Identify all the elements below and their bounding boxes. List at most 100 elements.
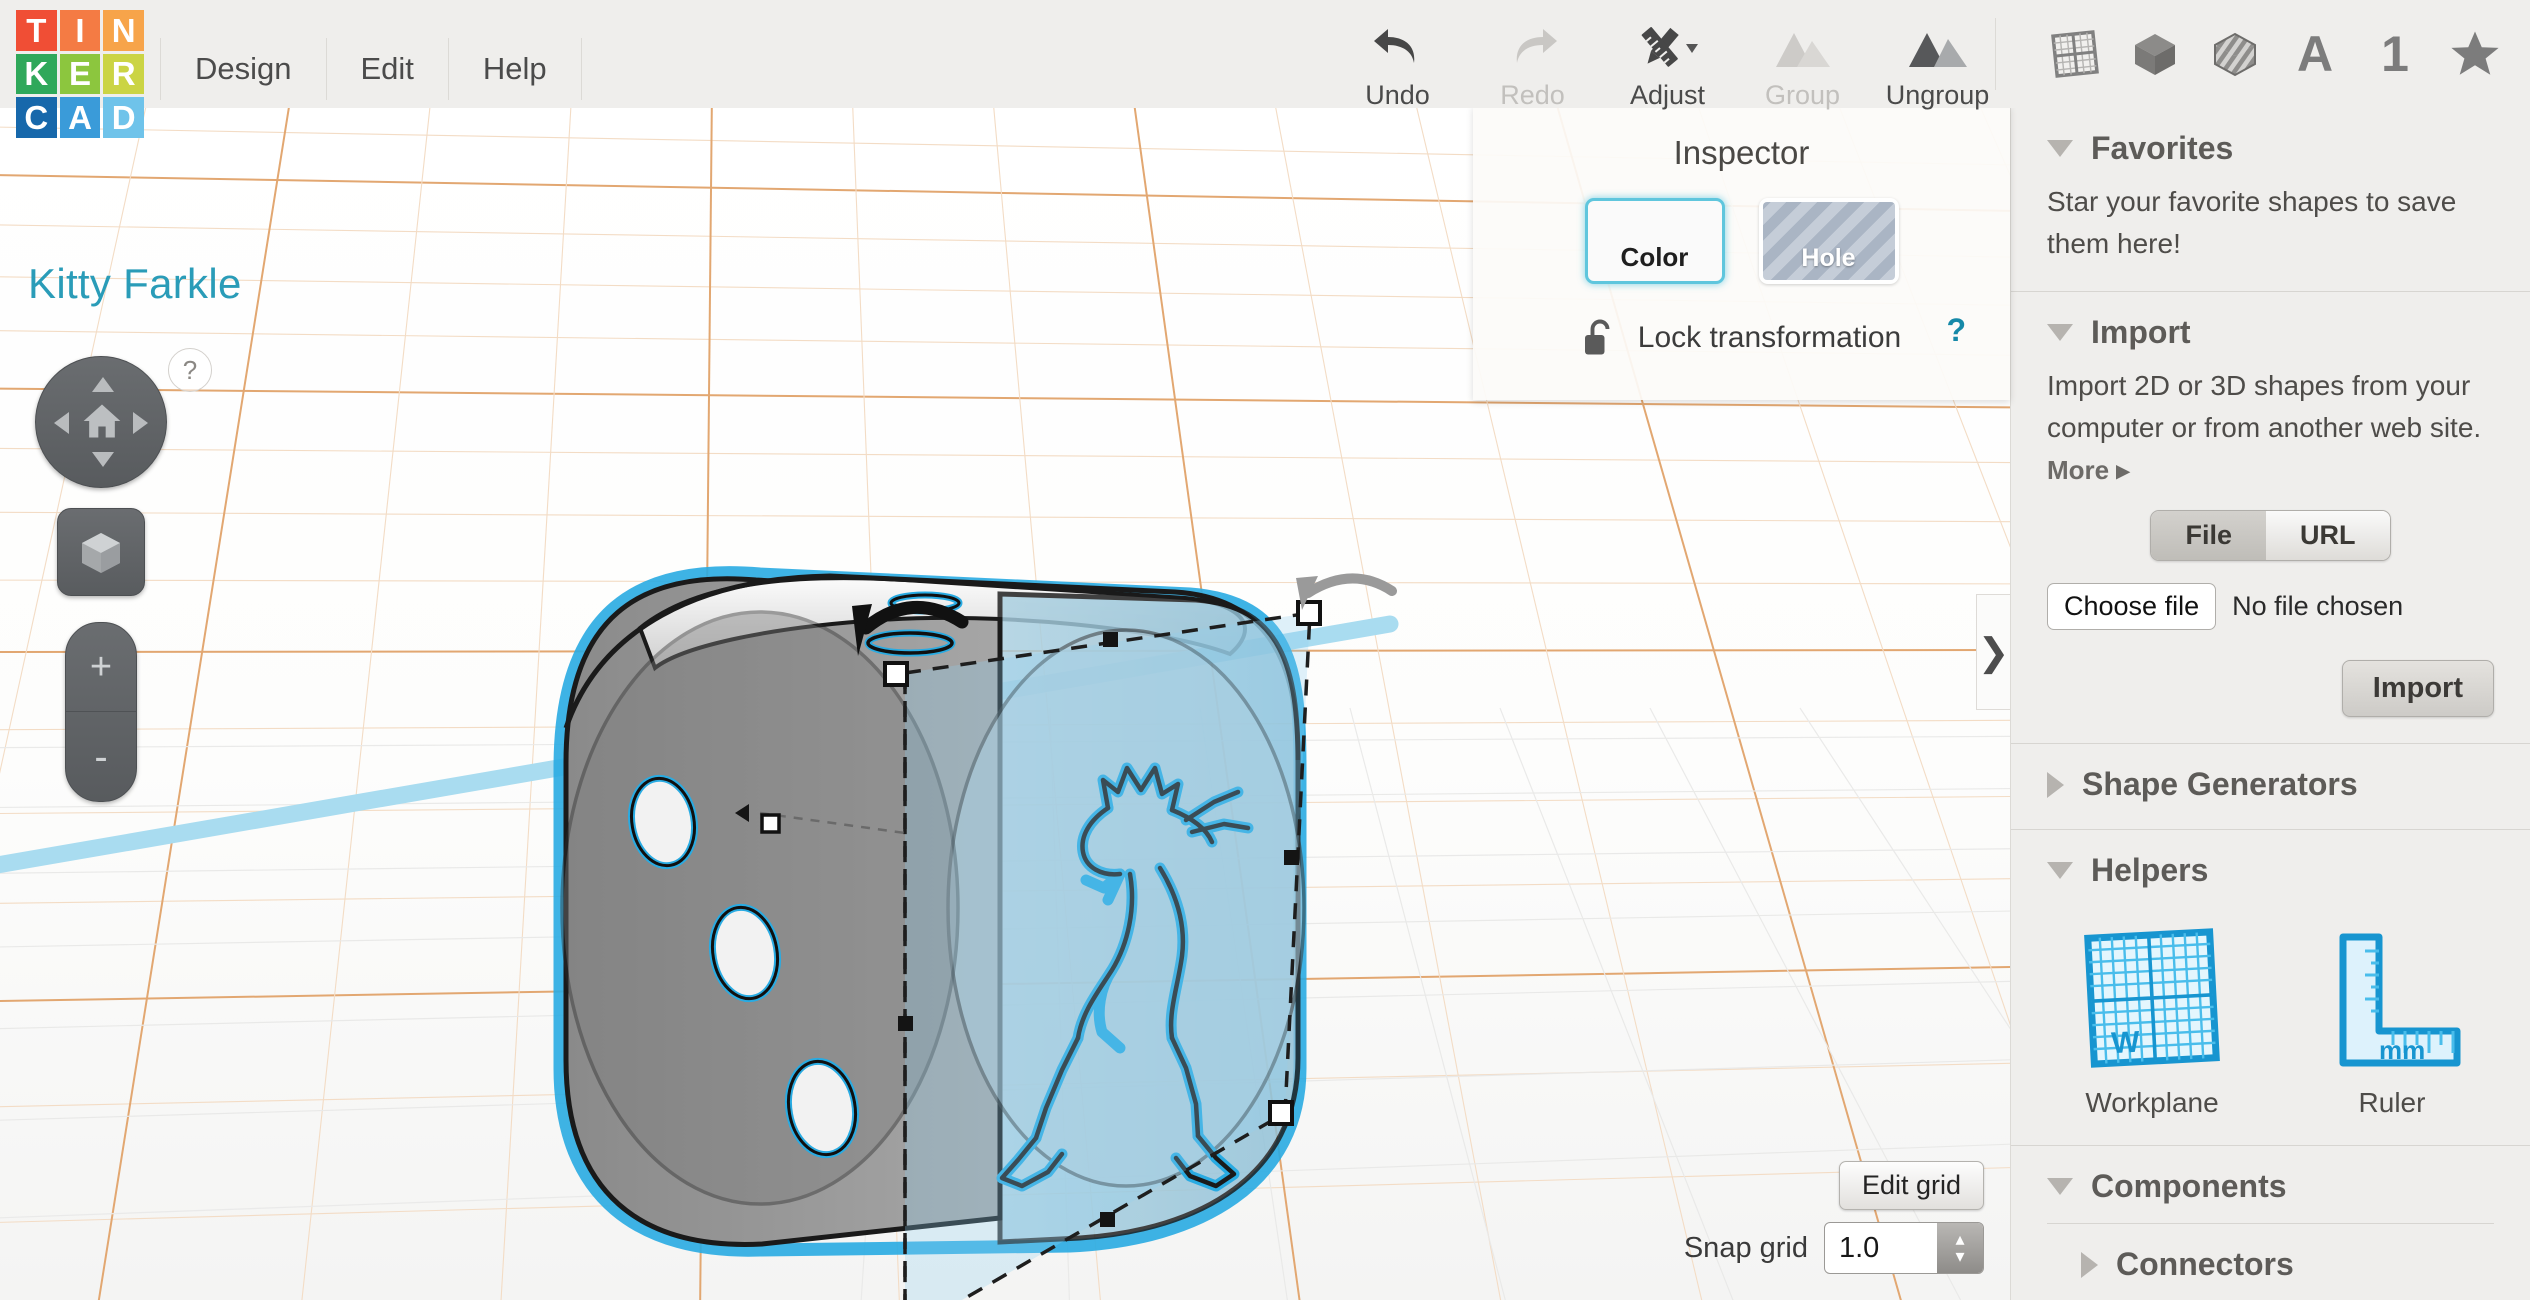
svg-text:mm: mm (2379, 1035, 2425, 1065)
redo-label: Redo (1500, 80, 1565, 110)
grid-plane-icon-button[interactable] (2035, 14, 2115, 94)
solid-cube-icon (2135, 34, 2175, 75)
fit-view-cube-button[interactable] (57, 508, 145, 596)
components-child-connectors[interactable]: Connectors (2047, 1223, 2494, 1283)
sidebar-section-components[interactable]: Components Connectors (2011, 1146, 2530, 1300)
undo-arrow-icon (1372, 22, 1424, 76)
project-title[interactable]: Kitty Farkle (28, 260, 242, 308)
no-file-chosen-label: No file chosen (2232, 591, 2404, 621)
hole-swatch-button[interactable]: Hole (1758, 198, 1899, 284)
adjust-button[interactable]: Adjust (1600, 8, 1735, 111)
adjust-tools-icon (1636, 22, 1700, 76)
menu-item-design[interactable]: Design (161, 51, 326, 86)
main-menu: Design Edit Help (160, 38, 582, 100)
menu-item-edit[interactable]: Edit (327, 51, 448, 86)
helpers-header[interactable]: Helpers (2011, 852, 2530, 889)
snap-grid-value[interactable]: 1.0 (1825, 1223, 1937, 1273)
number-1-icon: 1 (2381, 26, 2409, 82)
zoom-in-button[interactable]: + (66, 623, 136, 712)
chevron-down-icon[interactable] (2047, 324, 2073, 341)
lock-transformation-label: Lock transformation (1637, 321, 1902, 354)
snap-grid-stepper[interactable]: 1.0 ▴ ▾ (1824, 1222, 1984, 1274)
grid-plane-icon (2051, 30, 2099, 78)
components-header[interactable]: Components (2011, 1168, 2530, 1205)
redo-button[interactable]: Redo (1465, 8, 1600, 111)
workplane-label: Workplane (2085, 1087, 2219, 1118)
import-header[interactable]: Import (2011, 314, 2530, 351)
text-icon-button[interactable]: A (2275, 14, 2355, 94)
sidebar-section-shape-generators[interactable]: Shape Generators (2011, 744, 2530, 830)
sidebar-section-favorites[interactable]: Favorites Star your favorite shapes to s… (2011, 108, 2530, 292)
shape-generators-header[interactable]: Shape Generators (2011, 766, 2530, 803)
zoom-controls[interactable]: + - (65, 622, 137, 802)
import-source-tabs[interactable]: File URL (2150, 510, 2391, 561)
edit-grid-button[interactable]: Edit grid (1838, 1161, 1984, 1210)
shapes-sidebar[interactable]: Favorites Star your favorite shapes to s… (2010, 108, 2530, 1300)
chevron-right-icon[interactable] (2047, 771, 2064, 798)
view-dpad[interactable] (35, 356, 167, 488)
shape-category-tools: A 1 (2035, 14, 2515, 94)
chevron-right-icon[interactable] (2081, 1251, 2098, 1278)
inspector-panel: Inspector Color Hole ? Lock transformati… (1473, 106, 2010, 400)
home-view-icon[interactable] (80, 399, 124, 443)
redo-arrow-icon (1507, 22, 1559, 76)
number-icon-button[interactable]: 1 (2355, 14, 2435, 94)
undo-button[interactable]: Undo (1330, 8, 1465, 111)
top-toolbar: TINKERCAD Design Edit Help Undo Redo Adj… (0, 0, 2530, 138)
choose-file-button[interactable]: Choose file (2047, 583, 2217, 630)
tinkercad-logo[interactable]: TIN KER CAD (16, 10, 144, 138)
svg-text:W: W (2110, 1026, 2141, 1060)
pan-left-arrow-icon[interactable] (54, 412, 69, 434)
hole-cube-icon (2214, 32, 2256, 77)
action-tools: Undo Redo Adjust Group Ungroup (1330, 8, 2005, 111)
ungroup-button[interactable]: Ungroup (1870, 8, 2005, 111)
solid-cube-icon-button[interactable] (2115, 14, 2195, 94)
hole-swatch-label: Hole (1801, 244, 1856, 272)
zoom-out-button[interactable]: - (66, 712, 136, 801)
favorites-icon-button[interactable] (2435, 14, 2515, 94)
import-button[interactable]: Import (2341, 660, 2494, 717)
helpers-title: Helpers (2091, 852, 2209, 888)
group-button[interactable]: Group (1735, 8, 1870, 111)
color-swatch-label: Color (1620, 242, 1689, 272)
helper-ruler[interactable]: mm Ruler (2307, 923, 2477, 1119)
pan-right-arrow-icon[interactable] (133, 412, 148, 434)
logo-tile-i: I (59, 10, 101, 51)
logo-tile-t: T (16, 10, 57, 51)
chevron-down-icon[interactable] (2047, 1178, 2073, 1195)
unlock-icon[interactable] (1582, 316, 1618, 360)
shape-generators-title: Shape Generators (2082, 766, 2358, 802)
viewport-help-button[interactable]: ? (168, 348, 212, 392)
import-title: Import (2091, 314, 2191, 350)
favorites-header[interactable]: Favorites (2011, 130, 2530, 167)
tab-url[interactable]: URL (2266, 511, 2390, 560)
inspector-title: Inspector (1673, 134, 1810, 171)
stepper-arrows-icon[interactable]: ▴ ▾ (1937, 1223, 1983, 1273)
view-navigation-widget[interactable]: + - (35, 356, 167, 802)
lock-transformation-row[interactable]: Lock transformation (1473, 316, 2010, 360)
import-description: Import 2D or 3D shapes from your compute… (2047, 370, 2482, 443)
inspector-help-button[interactable]: ? (1946, 312, 1966, 349)
helper-workplane[interactable]: W Workplane (2067, 923, 2237, 1119)
ungroup-mountains-icon (1907, 22, 1969, 76)
hole-cube-icon-button[interactable] (2195, 14, 2275, 94)
ruler-icon: mm (2339, 933, 2461, 1067)
logo-tile-r: R (103, 53, 144, 95)
tab-file[interactable]: File (2151, 511, 2266, 560)
chevron-down-icon[interactable] (2047, 862, 2073, 879)
sidebar-collapse-tab[interactable]: ❯ (1976, 594, 2010, 710)
ungroup-label: Ungroup (1885, 80, 1990, 110)
color-swatch-button[interactable]: Color (1584, 198, 1725, 284)
pan-down-arrow-icon[interactable] (92, 452, 114, 467)
menu-item-help[interactable]: Help (449, 51, 581, 86)
sidebar-section-import[interactable]: Import Import 2D or 3D shapes from your … (2011, 292, 2530, 744)
logo-tile-e: E (59, 53, 101, 95)
import-more-link[interactable]: More ▸ (2047, 455, 2494, 486)
grid-controls: Edit grid Snap grid 1.0 ▴ ▾ (1684, 1161, 1984, 1274)
chevron-down-icon[interactable] (2047, 140, 2073, 157)
pan-up-arrow-icon[interactable] (92, 377, 114, 392)
group-label: Group (1764, 80, 1841, 110)
sidebar-section-helpers[interactable]: Helpers W Workplane mm Ruler (2011, 830, 2530, 1146)
tinkercad-app: Kitty Farkle + - ? Edit grid Snap grid 1… (0, 0, 2530, 1300)
undo-label: Undo (1365, 80, 1430, 110)
